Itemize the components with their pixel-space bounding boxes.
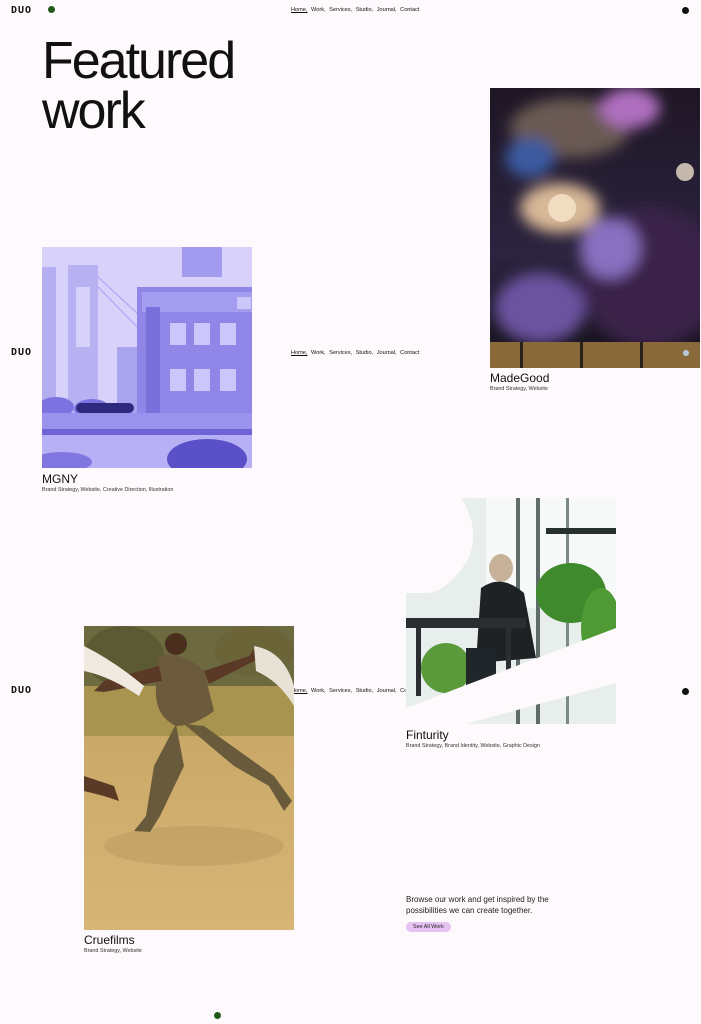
page-title: Featured work	[42, 35, 236, 137]
nav-item-work[interactable]: Work,	[311, 688, 326, 694]
madegood-photo	[490, 88, 700, 368]
project-tags-mgny: Brand Strategy, Website, Creative Direct…	[42, 487, 174, 493]
mgny-image[interactable]	[42, 247, 252, 468]
see-all-work-button[interactable]: See All Work	[406, 922, 451, 932]
nav-item-home[interactable]: Home,	[291, 350, 307, 356]
finturity-image[interactable]	[406, 498, 616, 724]
title-line-2: work	[42, 82, 146, 140]
project-tags-madegood: Brand Strategy, Website	[490, 386, 548, 392]
green-dot-icon	[214, 1012, 221, 1019]
project-tags-cruefilms: Brand Strategy, Website	[84, 948, 142, 954]
nav-item-journal[interactable]: Journal,	[377, 688, 397, 694]
cruefilms-photo	[84, 626, 294, 930]
finturity-photo	[406, 498, 616, 724]
main-nav: Home, Work, Services, Studio, Journal, C…	[291, 688, 421, 694]
project-title-cruefilms[interactable]: Cruefilms	[84, 933, 135, 947]
menu-dot-icon[interactable]	[682, 688, 689, 695]
nav-item-studio[interactable]: Studio,	[356, 350, 373, 356]
project-tags-finturity: Brand Strategy, Brand Identity, Website,…	[406, 743, 540, 749]
main-nav: Home, Work, Services, Studio, Journal, C…	[291, 7, 421, 13]
nav-item-work[interactable]: Work,	[311, 350, 326, 356]
logo[interactable]: DUO	[11, 685, 32, 696]
menu-dot-icon[interactable]	[682, 7, 689, 14]
nav-item-services[interactable]: Services,	[329, 688, 352, 694]
project-title-finturity[interactable]: Finturity	[406, 728, 449, 742]
cta-description: Browse our work and get inspired by the …	[406, 895, 549, 915]
logo[interactable]: DUO	[11, 5, 32, 16]
green-dot-icon	[48, 6, 55, 13]
nav-item-contact[interactable]: Contact	[400, 7, 419, 13]
cruefilms-image[interactable]	[84, 626, 294, 930]
nav-item-services[interactable]: Services,	[329, 7, 352, 13]
nav-item-studio[interactable]: Studio,	[356, 7, 373, 13]
nav-item-studio[interactable]: Studio,	[356, 688, 373, 694]
mgny-illustration	[42, 247, 252, 468]
project-title-mgny[interactable]: MGNY	[42, 472, 78, 486]
main-nav: Home, Work, Services, Studio, Journal, C…	[291, 350, 421, 356]
project-title-madegood[interactable]: MadeGood	[490, 371, 549, 385]
nav-item-journal[interactable]: Journal,	[377, 7, 397, 13]
nav-item-home[interactable]: Home,	[291, 7, 307, 13]
nav-item-journal[interactable]: Journal,	[377, 350, 397, 356]
nav-item-work[interactable]: Work,	[311, 7, 326, 13]
logo[interactable]: DUO	[11, 347, 32, 358]
nav-item-contact[interactable]: Contact	[400, 350, 419, 356]
madegood-image[interactable]	[490, 88, 700, 368]
nav-item-services[interactable]: Services,	[329, 350, 352, 356]
